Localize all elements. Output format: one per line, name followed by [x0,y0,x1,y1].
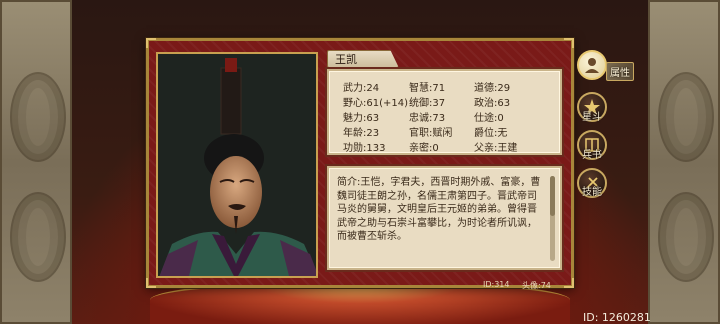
biography-box[interactable]: 简介:王恺，字君夫，西晋时期外戚、富豪，曹魏司徒王朗之孙，名儒王肃第四子。晋武帝… [327,166,562,270]
frame-corner [146,278,156,288]
stat-charisma: 魅力:63 [343,113,380,124]
stat-father: 父亲:王建 [474,143,518,154]
frame-corner [564,278,574,288]
tab-stars-label[interactable]: 星斗 [582,108,602,123]
character-info-panel: 王凯 武力:24 智慧:71 道德:29 野心:61(+14) 统御:37 政治… [146,38,574,290]
stat-career: 仕途:0 [474,113,504,124]
dragon-ornament [658,72,714,162]
stat-office: 官职:赋闲 [409,128,453,139]
tab-books-label[interactable]: 兵书 [582,146,602,161]
dragon-ornament [10,192,66,282]
right-decor-panel [648,0,720,324]
biography-scrollbar[interactable] [550,176,555,261]
stat-intelligence: 智慧:71 [409,83,446,94]
scrollbar-thumb[interactable] [550,176,555,216]
stat-strength: 武力:24 [343,83,380,94]
stat-morality: 道德:29 [474,83,511,94]
frame-corner [146,38,156,48]
stat-merit: 功勋:133 [343,143,386,154]
character-name: 王凯 [335,53,357,66]
tab-skills-label[interactable]: 技能 [582,183,602,198]
biography-text: 简介:王恺，字君夫，西晋时期外戚、富豪，曹魏司徒王朗之孙，名儒王肃第四子。晋武帝… [337,177,541,243]
tab-attributes-label[interactable]: 属性 [606,62,634,81]
person-icon [585,58,599,73]
stat-leadership: 统御:37 [409,98,446,109]
character-id: ID:314 [483,280,510,289]
stat-age: 年龄:23 [343,128,380,139]
dragon-ornament [658,192,714,282]
stat-politics: 政治:63 [474,98,511,109]
stats-box: 武力:24 智慧:71 道德:29 野心:61(+14) 统御:37 政治:63… [327,69,562,155]
portrait-illustration [158,54,316,276]
stat-ambition: 野心:61(+14) [343,98,408,109]
portrait-number: 头像:74 [522,281,551,290]
stat-intimacy: 亲密:0 [409,143,439,154]
dragon-ornament [10,72,66,162]
frame-corner [564,38,574,48]
character-portrait [156,52,318,278]
tab-attributes[interactable] [577,50,607,80]
stat-title: 爵位:无 [474,128,508,139]
left-decor-panel [0,0,72,324]
user-id: ID: 1260281 [583,311,651,324]
stat-loyalty: 忠诚:73 [409,113,446,124]
